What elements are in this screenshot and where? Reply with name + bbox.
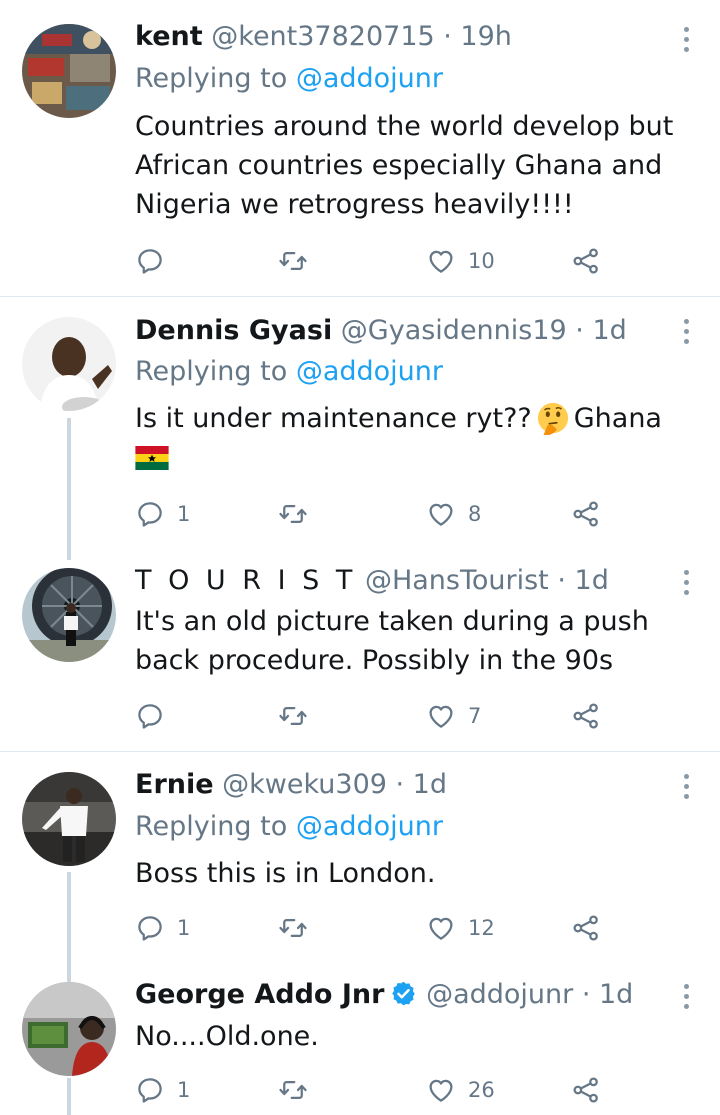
heart-icon bbox=[426, 701, 456, 731]
more-vertical-icon[interactable] bbox=[676, 984, 696, 1009]
user-name[interactable]: Ernie bbox=[135, 769, 214, 800]
verified-badge-icon bbox=[392, 981, 416, 1006]
share-button[interactable] bbox=[571, 701, 601, 731]
tweet-text: Boss this is in London. bbox=[135, 858, 436, 889]
tweet-text: Countries around the world develop but A… bbox=[135, 111, 674, 220]
user-handle-and-time: @HansTourist · 1d bbox=[364, 565, 609, 596]
user-handle-and-time: @kweku309 · 1d bbox=[222, 769, 448, 800]
retweet-icon bbox=[278, 1075, 308, 1105]
reply-button[interactable] bbox=[135, 246, 177, 276]
tweet-actions: 1 8 bbox=[135, 499, 615, 529]
share-button[interactable] bbox=[571, 246, 601, 276]
tweet-text: No....Old.one. bbox=[135, 1021, 319, 1052]
user-handle-and-time: @addojunr · 1d bbox=[426, 979, 634, 1010]
tweet-actions: 7 bbox=[135, 701, 615, 731]
tweet[interactable]: Dennis Gyasi @Gyasidennis19 · 1d Replyin… bbox=[0, 297, 720, 547]
reply-icon bbox=[135, 701, 165, 731]
reply-count: 1 bbox=[177, 502, 191, 526]
like-count: 7 bbox=[468, 704, 482, 728]
reply-count: 1 bbox=[177, 1078, 191, 1102]
tweet[interactable]: kent @kent37820715 · 19h Replying to @ad… bbox=[0, 0, 720, 296]
user-name[interactable]: George Addo Jnr bbox=[135, 979, 384, 1010]
avatar[interactable] bbox=[22, 568, 116, 662]
avatar[interactable] bbox=[22, 772, 116, 866]
share-button[interactable] bbox=[571, 913, 601, 943]
reply-count: 1 bbox=[177, 916, 191, 940]
heart-icon bbox=[426, 499, 456, 529]
like-button[interactable]: 12 bbox=[426, 913, 495, 943]
reply-button[interactable] bbox=[135, 701, 177, 731]
tweet[interactable]: Ernie @kweku309 · 1d Replying to @addoju… bbox=[0, 752, 720, 962]
like-button[interactable]: 26 bbox=[426, 1075, 495, 1105]
more-vertical-icon[interactable] bbox=[676, 774, 696, 799]
reply-button[interactable]: 1 bbox=[135, 913, 190, 943]
thinking-face-emoji-icon bbox=[537, 402, 568, 435]
reply-icon bbox=[135, 246, 165, 276]
reply-icon bbox=[135, 913, 165, 943]
retweet-button[interactable] bbox=[278, 1075, 320, 1105]
share-button[interactable] bbox=[571, 1075, 601, 1105]
retweet-icon bbox=[278, 913, 308, 943]
like-count: 12 bbox=[468, 916, 495, 940]
retweet-button[interactable] bbox=[278, 499, 320, 529]
share-icon bbox=[571, 499, 601, 529]
ghana-flag-emoji-icon bbox=[135, 446, 169, 470]
retweet-icon bbox=[278, 701, 308, 731]
share-icon bbox=[571, 701, 601, 731]
mention-link[interactable]: @addojunr bbox=[296, 63, 443, 94]
like-button[interactable]: 10 bbox=[426, 246, 495, 276]
tweet[interactable]: T O U R I S T @HansTourist · 1d It's an … bbox=[0, 548, 720, 750]
more-vertical-icon[interactable] bbox=[676, 319, 696, 344]
heart-icon bbox=[426, 913, 456, 943]
tweet-actions: 1 12 bbox=[135, 913, 615, 943]
user-handle-and-time: @kent37820715 · 19h bbox=[211, 21, 512, 52]
like-count: 8 bbox=[468, 502, 482, 526]
avatar[interactable] bbox=[22, 24, 116, 118]
heart-icon bbox=[426, 1075, 456, 1105]
heart-icon bbox=[426, 246, 456, 276]
mention-link[interactable]: @addojunr bbox=[296, 811, 443, 842]
share-icon bbox=[571, 1075, 601, 1105]
more-vertical-icon[interactable] bbox=[676, 570, 696, 595]
reply-icon bbox=[135, 1075, 165, 1105]
tweet-actions: 1 26 bbox=[135, 1075, 615, 1105]
replying-to: Replying to @addojunr bbox=[135, 811, 443, 842]
share-button[interactable] bbox=[571, 499, 601, 529]
more-vertical-icon[interactable] bbox=[676, 27, 696, 52]
user-name[interactable]: Dennis Gyasi bbox=[135, 315, 332, 346]
retweet-button[interactable] bbox=[278, 913, 320, 943]
like-button[interactable]: 7 bbox=[426, 701, 481, 731]
share-icon bbox=[571, 246, 601, 276]
retweet-button[interactable] bbox=[278, 246, 320, 276]
retweet-icon bbox=[278, 246, 308, 276]
tweet-actions: 10 bbox=[135, 246, 615, 276]
retweet-button[interactable] bbox=[278, 701, 320, 731]
tweet-text: Is it under maintenance ryt?? Ghana bbox=[135, 399, 695, 477]
like-count: 26 bbox=[468, 1078, 495, 1102]
user-name[interactable]: kent bbox=[135, 21, 203, 52]
reply-button[interactable]: 1 bbox=[135, 499, 190, 529]
retweet-icon bbox=[278, 499, 308, 529]
tweet[interactable]: George Addo Jnr @addojunr · 1d No....Old… bbox=[0, 962, 720, 1115]
avatar[interactable] bbox=[22, 317, 116, 411]
avatar[interactable] bbox=[22, 982, 116, 1076]
tweet-text: It's an old picture taken during a push … bbox=[135, 606, 649, 676]
reply-button[interactable]: 1 bbox=[135, 1075, 190, 1105]
like-button[interactable]: 8 bbox=[426, 499, 481, 529]
mention-link[interactable]: @addojunr bbox=[296, 356, 443, 387]
user-name[interactable]: T O U R I S T bbox=[135, 565, 356, 596]
reply-icon bbox=[135, 499, 165, 529]
like-count: 10 bbox=[468, 249, 495, 273]
user-handle-and-time: @Gyasidennis19 · 1d bbox=[340, 315, 627, 346]
share-icon bbox=[571, 913, 601, 943]
replying-to: Replying to @addojunr bbox=[135, 63, 443, 94]
replying-to: Replying to @addojunr bbox=[135, 356, 443, 387]
